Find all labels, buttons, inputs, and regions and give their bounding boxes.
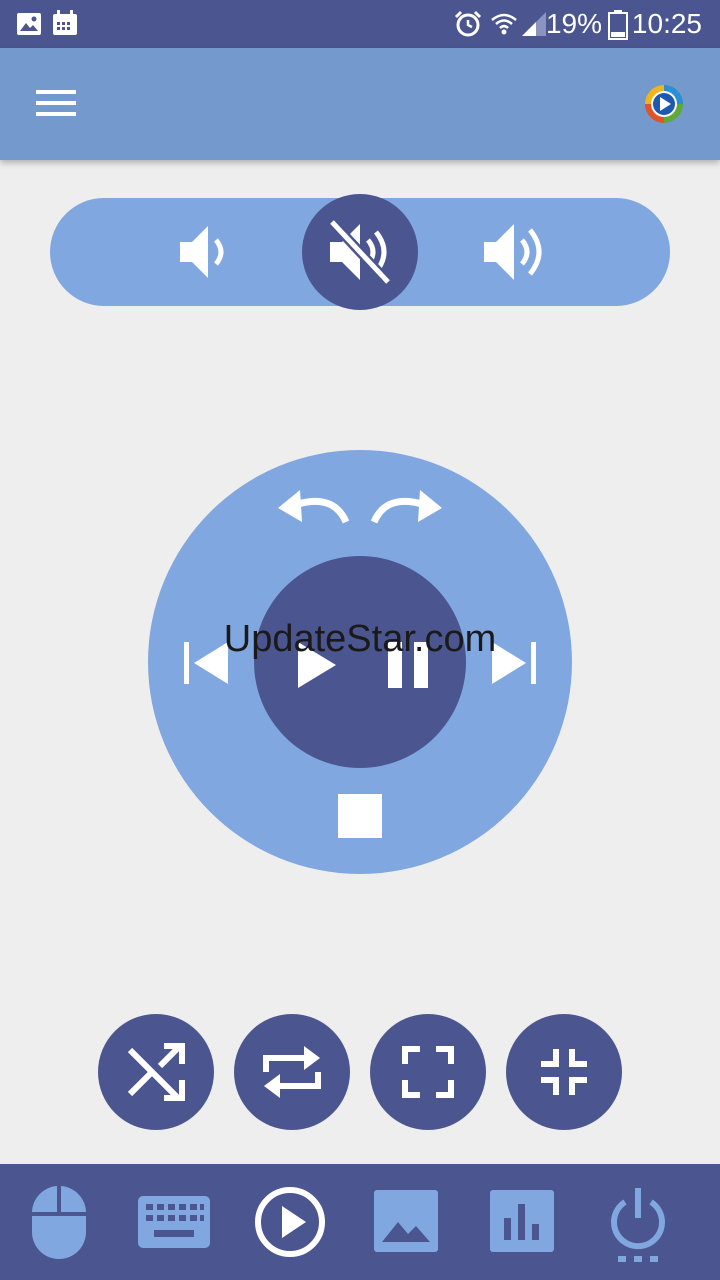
shuffle-button[interactable] [98, 1014, 214, 1130]
status-bar: 19% 10:25 [0, 0, 720, 48]
signal-icon [522, 12, 546, 36]
calendar-icon [53, 10, 77, 35]
stats-icon[interactable] [490, 1190, 554, 1252]
alarm-icon [454, 10, 482, 37]
battery-percent: 19% [545, 8, 602, 39]
media-play-nav-icon[interactable] [254, 1186, 326, 1258]
play-pause-center [254, 556, 466, 768]
repeat-icon [263, 1046, 321, 1098]
pause-icon[interactable] [386, 642, 432, 688]
bottom-navigation [0, 1164, 720, 1280]
power-icon[interactable] [608, 1186, 668, 1266]
wifi-icon [491, 13, 517, 35]
shuffle-icon [127, 1043, 185, 1101]
exit-fullscreen-icon [541, 1049, 587, 1095]
fullscreen-icon [402, 1046, 454, 1098]
battery-icon [608, 10, 628, 40]
rewind-icon[interactable] [274, 486, 350, 526]
hamburger-menu-icon[interactable] [36, 88, 76, 118]
mute-icon [328, 218, 392, 286]
app-bar [0, 48, 720, 160]
next-icon[interactable] [490, 642, 536, 684]
fast-forward-icon[interactable] [370, 486, 446, 526]
keyboard-icon[interactable] [138, 1196, 210, 1248]
volume-up-icon[interactable] [482, 220, 550, 284]
stop-icon[interactable] [338, 794, 382, 838]
exit-fullscreen-button[interactable] [506, 1014, 622, 1130]
clock: 10:25 [631, 8, 702, 39]
mouse-icon[interactable] [30, 1184, 88, 1262]
gallery-icon [17, 13, 41, 35]
image-icon[interactable] [374, 1190, 438, 1252]
media-player-logo-icon[interactable] [644, 84, 684, 124]
repeat-button[interactable] [234, 1014, 350, 1130]
volume-down-icon[interactable] [178, 222, 232, 282]
previous-icon[interactable] [184, 642, 230, 684]
play-icon[interactable] [296, 642, 338, 688]
fullscreen-button[interactable] [370, 1014, 486, 1130]
